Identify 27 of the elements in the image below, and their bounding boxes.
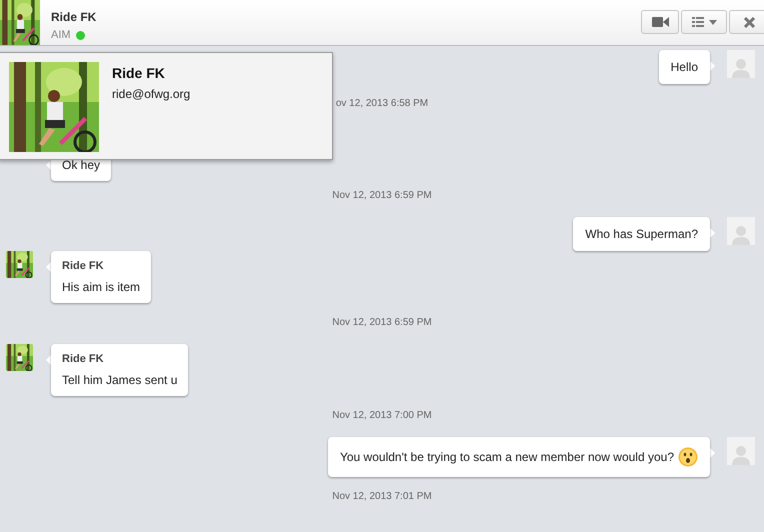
message-timestamp: ov 12, 2013 6:58 PM: [336, 98, 428, 109]
message-timestamp: Nov 12, 2013 6:59 PM: [332, 190, 432, 201]
contact-email: ride@ofwg.org: [112, 87, 190, 101]
person-silhouette-icon: [732, 445, 750, 465]
person-silhouette-icon: [732, 225, 750, 245]
close-button[interactable]: [729, 10, 764, 34]
contact-name: Ride FK: [51, 10, 96, 24]
person-silhouette-icon: [732, 58, 750, 78]
service-label: AIM: [51, 29, 71, 41]
message-timestamp: Nov 12, 2013 7:01 PM: [332, 491, 432, 502]
message-timestamp: Nov 12, 2013 7:00 PM: [332, 410, 432, 421]
message-text: Tell him James sent u: [62, 373, 178, 387]
message-text: Who has Superman?: [585, 227, 698, 241]
close-icon: [744, 16, 755, 28]
list-icon: [692, 17, 704, 27]
caret-icon: [708, 20, 716, 24]
message-text: Hello: [670, 60, 698, 74]
contact-name: Ride FK: [112, 65, 166, 81]
message-timestamp: Nov 12, 2013 6:59 PM: [332, 317, 432, 328]
sender-name: Ride FK: [62, 260, 105, 272]
menu-button[interactable]: [681, 10, 727, 34]
video-camera-icon: [652, 17, 668, 27]
message-text: Ok hey: [62, 158, 100, 172]
sender-name: Ride FK: [62, 353, 105, 365]
message-text: You wouldn't be trying to scam a new member now would you?: [340, 450, 674, 464]
message-text: His aim is item: [62, 280, 140, 294]
video-call-button[interactable]: [641, 10, 679, 34]
